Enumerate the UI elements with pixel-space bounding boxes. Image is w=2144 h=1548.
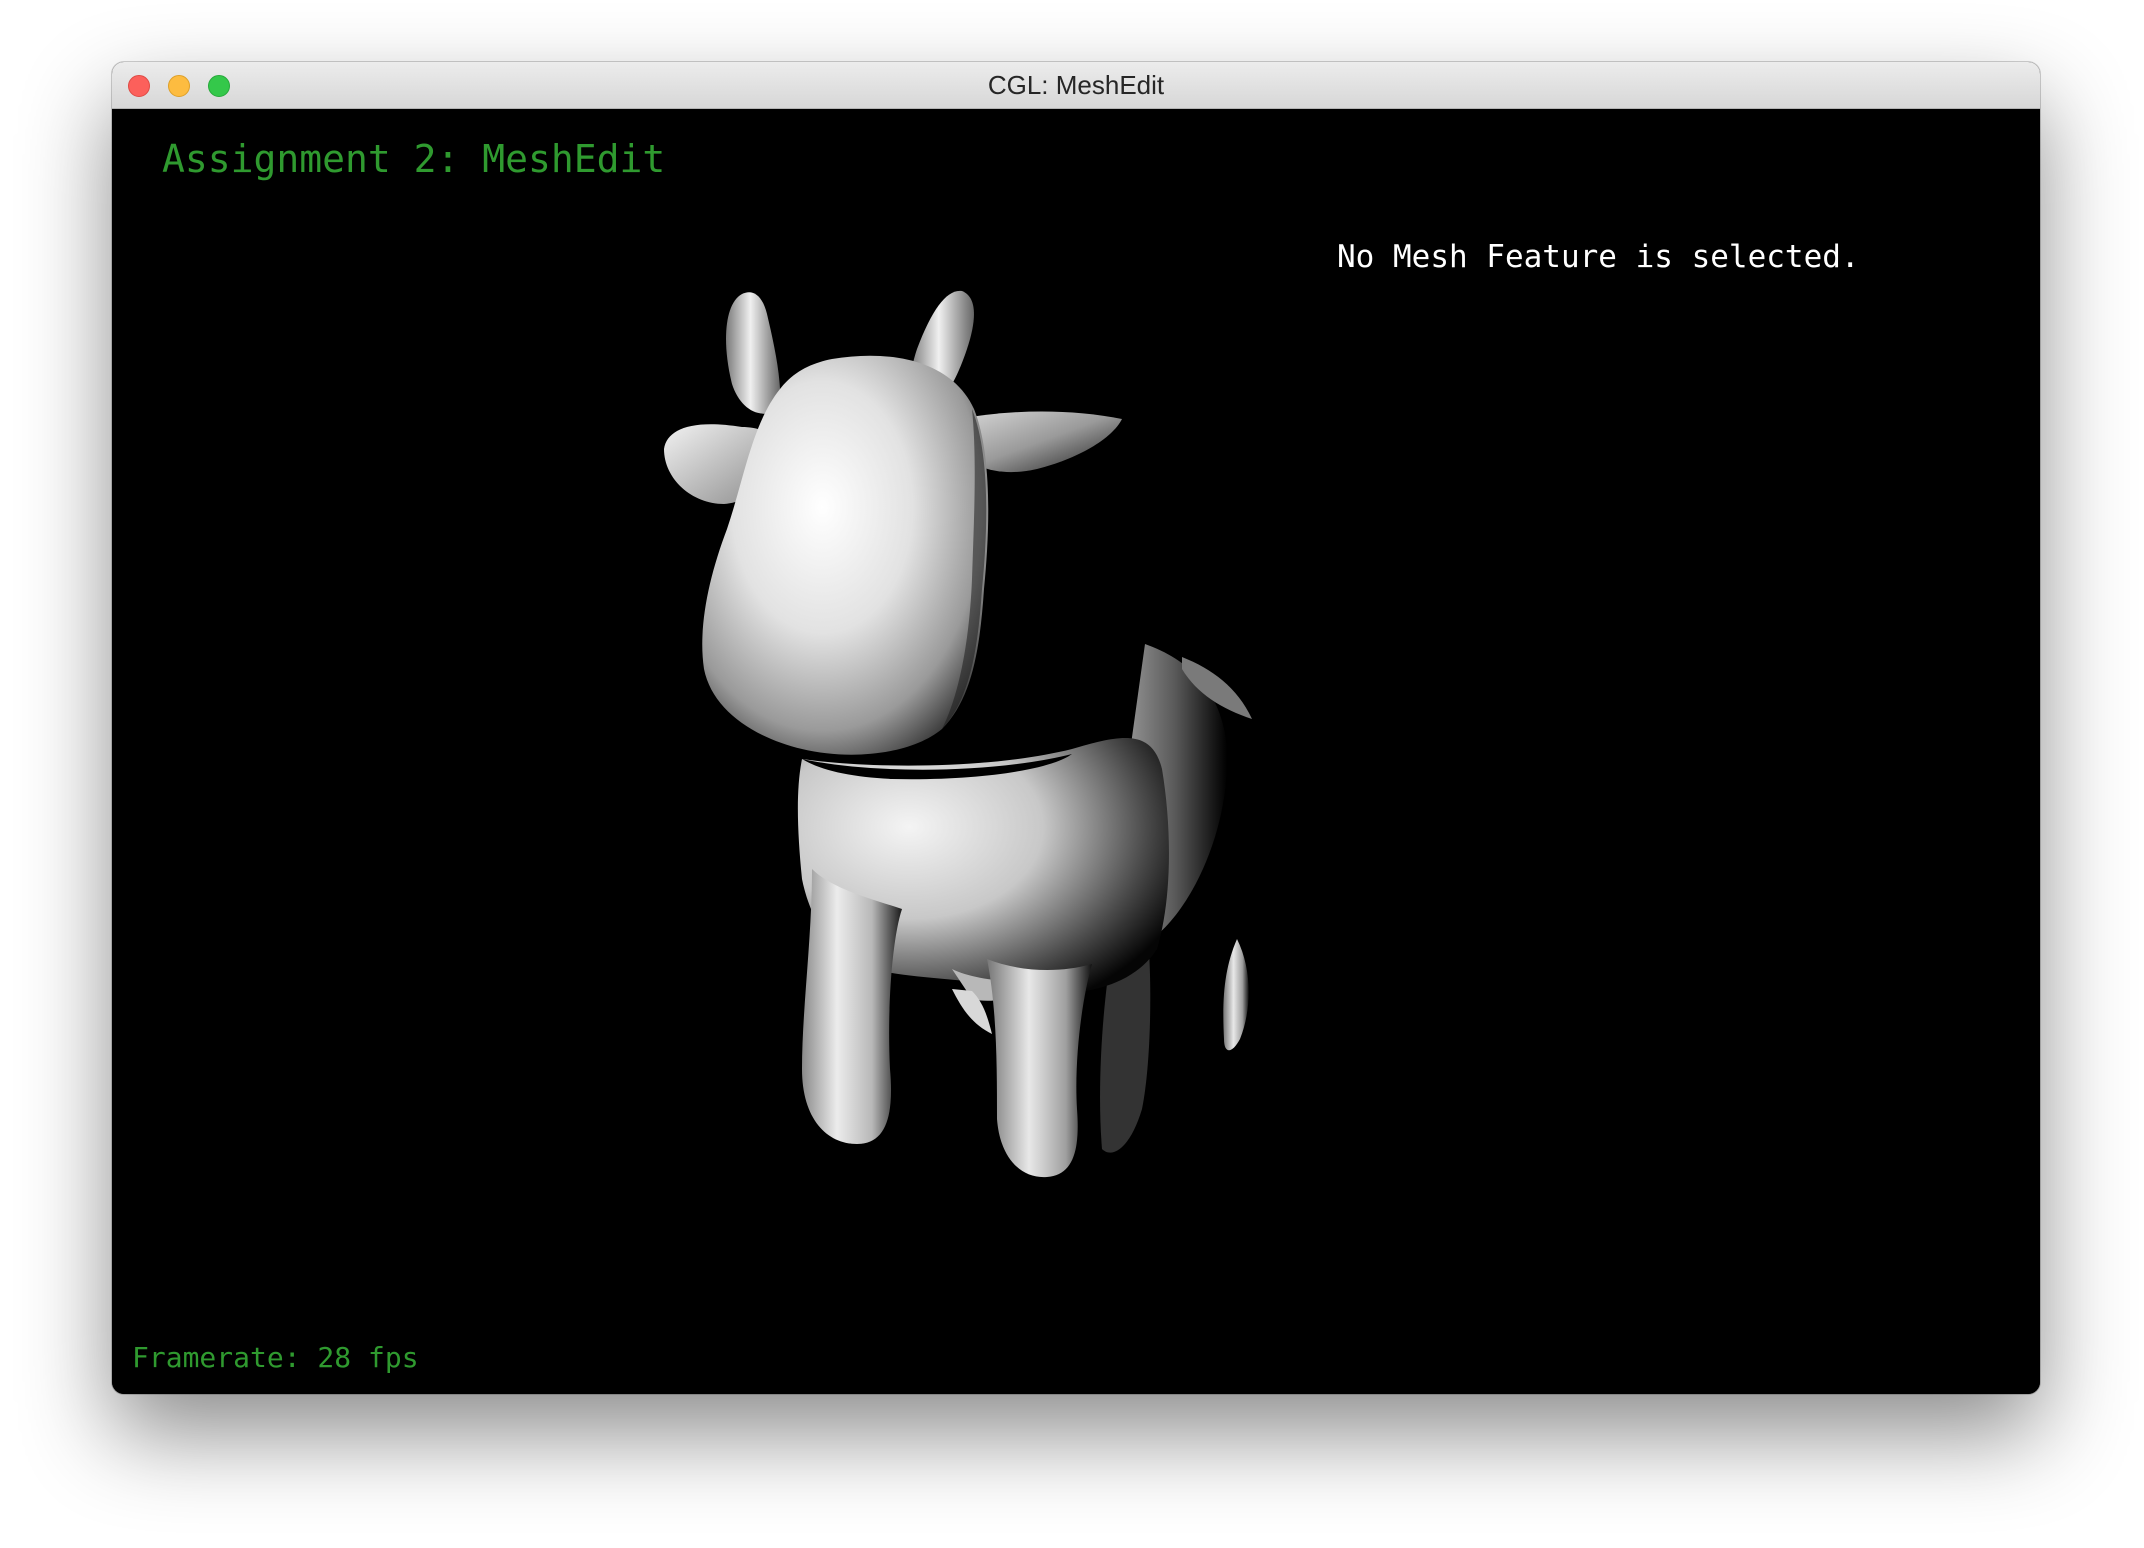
render-viewport[interactable]: Assignment 2: MeshEdit No Mesh Feature i…: [112, 109, 2040, 1394]
window-title: CGL: MeshEdit: [987, 70, 1165, 100]
title-bar[interactable]: CGL: MeshEdit: [112, 62, 2040, 109]
cow-mesh[interactable]: [112, 109, 2040, 1394]
app-title: Assignment 2: MeshEdit: [162, 137, 666, 181]
framerate-readout: Framerate: 28 fps: [132, 1341, 419, 1374]
selection-status: No Mesh Feature is selected.: [1337, 239, 1860, 275]
app-window: CGL: MeshEdit Assignment 2: MeshEdit No …: [112, 62, 2040, 1394]
